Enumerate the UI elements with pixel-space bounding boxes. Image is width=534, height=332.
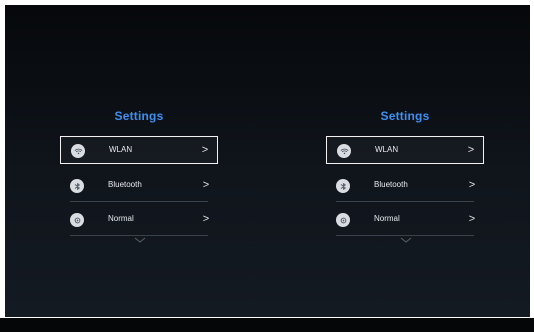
menu-item-label: Bluetooth <box>108 180 142 189</box>
menu-item-label: WLAN <box>109 145 133 154</box>
divider <box>70 235 208 236</box>
bluetooth-icon <box>336 179 350 193</box>
menu-item-bluetooth[interactable]: Bluetooth > <box>60 172 218 200</box>
chevron-right-icon: > <box>468 179 476 191</box>
chevron-right-icon: > <box>202 213 210 225</box>
menu-item-label: WLAN <box>375 145 399 154</box>
menu-item-label: Normal <box>374 214 400 223</box>
vr-settings-screen: Settings WLAN > Bluetooth > Normal > Set… <box>5 5 530 317</box>
chevron-right-icon: > <box>468 213 476 225</box>
normal-icon <box>336 213 350 227</box>
chevron-down-icon[interactable] <box>400 237 412 243</box>
chevron-down-icon[interactable] <box>134 237 146 243</box>
wifi-icon <box>337 144 351 158</box>
menu-item-normal[interactable]: Normal > <box>326 206 484 234</box>
menu-item-normal[interactable]: Normal > <box>60 206 218 234</box>
menu-item-wlan[interactable]: WLAN > <box>60 136 218 164</box>
divider <box>336 235 474 236</box>
divider <box>336 201 474 202</box>
bluetooth-icon <box>70 179 84 193</box>
menu-item-label: Bluetooth <box>374 180 408 189</box>
panel-title: Settings <box>114 109 164 123</box>
normal-icon <box>70 213 84 227</box>
wifi-icon <box>71 144 85 158</box>
menu-item-wlan[interactable]: WLAN > <box>326 136 484 164</box>
panel-title: Settings <box>380 109 430 123</box>
bottom-bar <box>0 318 534 332</box>
settings-panel-left: Settings WLAN > Bluetooth > Normal > <box>60 109 218 259</box>
menu-item-label: Normal <box>108 214 134 223</box>
menu-item-bluetooth[interactable]: Bluetooth > <box>326 172 484 200</box>
chevron-right-icon: > <box>201 144 209 156</box>
settings-panel-right: Settings WLAN > Bluetooth > Normal > <box>326 109 484 259</box>
chevron-right-icon: > <box>202 179 210 191</box>
chevron-right-icon: > <box>467 144 475 156</box>
divider <box>70 201 208 202</box>
